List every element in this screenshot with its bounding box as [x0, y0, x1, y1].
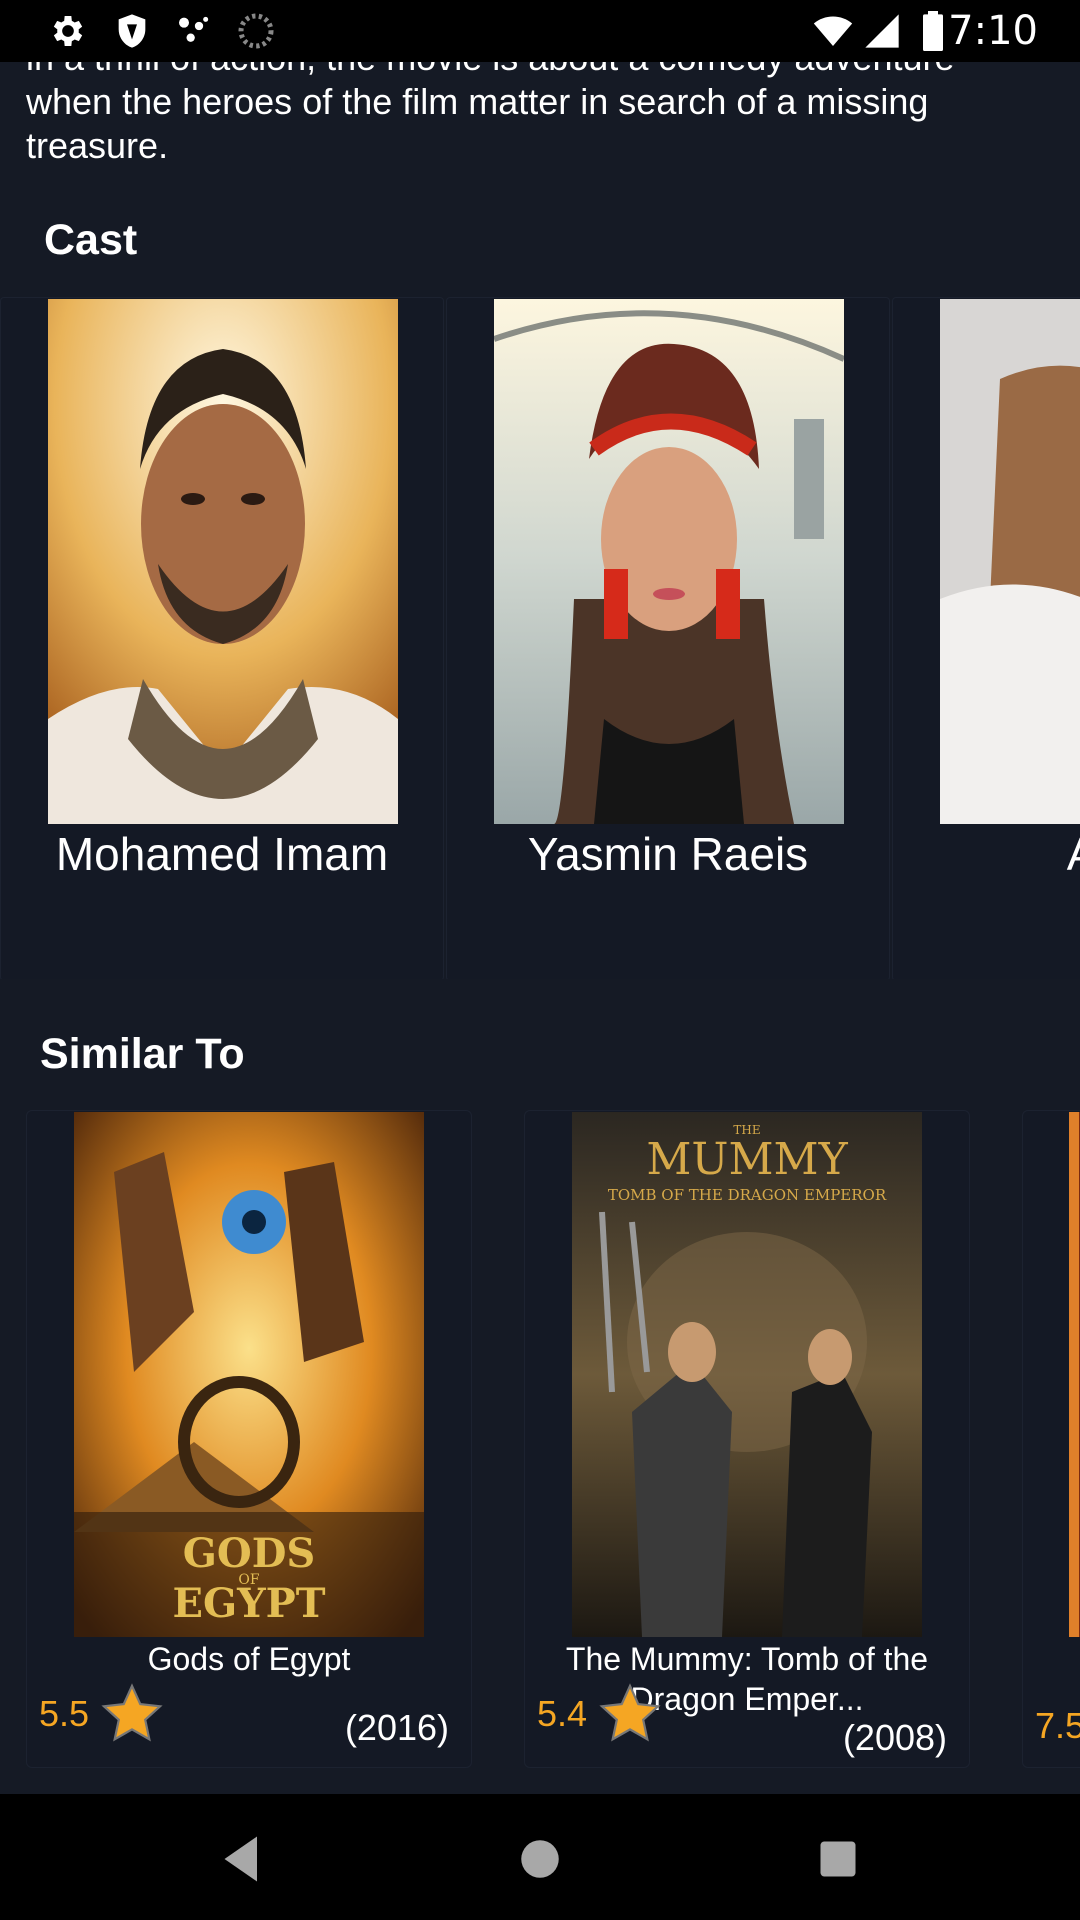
star-icon	[101, 1683, 163, 1742]
star-icon	[599, 1683, 661, 1742]
svg-text:MUMMY: MUMMY	[646, 1134, 848, 1185]
loading-icon	[238, 13, 274, 49]
movie-year: (2008)	[842, 1717, 947, 1758]
movie-poster: THE MUMMY TOMB OF THE DRAGON EMPEROR	[572, 1112, 922, 1637]
home-icon[interactable]	[510, 1829, 570, 1889]
status-time: 7:10	[948, 8, 1038, 54]
similar-section-title: Similar To	[40, 1030, 245, 1078]
cast-card[interactable]: Amir	[892, 297, 1080, 979]
cast-name: Amir	[893, 828, 1080, 880]
wifi-icon	[813, 16, 853, 46]
cast-card[interactable]: Mohamed Imam	[0, 297, 444, 979]
movie-poster: GODS OF EGYPT	[74, 1112, 424, 1637]
cast-photo	[48, 299, 398, 824]
rating-value: 5.5	[39, 1693, 90, 1734]
cast-photo	[940, 299, 1080, 824]
movie-rating: 5.4	[537, 1681, 663, 1747]
signal-icon	[865, 14, 899, 48]
rating-value: 5.4	[537, 1693, 588, 1734]
movie-rating: 7.5	[1035, 1705, 1080, 1747]
back-icon[interactable]	[212, 1829, 272, 1889]
movie-title: Gods of Egypt	[147, 1641, 351, 1677]
navigation-bar	[0, 1794, 1080, 1920]
movie-rating: 5.5	[39, 1681, 165, 1747]
svg-text:TOMB OF THE DRAGON EMPEROR: TOMB OF THE DRAGON EMPEROR	[608, 1186, 887, 1204]
recents-icon[interactable]	[808, 1829, 868, 1889]
cast-list[interactable]: Mohamed Imam Yasmin Raeis	[0, 297, 1080, 979]
rating-value: 7.5	[1035, 1705, 1080, 1746]
battery-icon	[923, 11, 943, 51]
movie-card[interactable]: GODS OF EGYPT Gods of Egypt 5.5 (2016)	[26, 1110, 472, 1768]
dots-icon	[179, 16, 209, 42]
movie-card[interactable]: 7.5	[1022, 1110, 1080, 1768]
shield-icon	[118, 14, 146, 48]
cast-name: Yasmin Raeis	[527, 828, 809, 880]
settings-icon	[53, 16, 83, 46]
svg-text:EGYPT: EGYPT	[172, 1580, 325, 1627]
movie-poster	[1069, 1112, 1080, 1637]
cast-photo	[494, 299, 844, 824]
cast-card[interactable]: Yasmin Raeis	[446, 297, 890, 979]
svg-text:GODS: GODS	[183, 1530, 316, 1577]
cast-section-title: Cast	[44, 216, 138, 264]
movie-card[interactable]: THE MUMMY TOMB OF THE DRAGON EMPEROR The…	[524, 1110, 970, 1768]
movie-year: (2016)	[344, 1707, 449, 1748]
similar-movies-list[interactable]: GODS OF EGYPT Gods of Egypt 5.5 (2016) T…	[0, 1110, 1080, 1770]
cast-name: Mohamed Imam	[55, 828, 389, 880]
status-bar: 7:10	[0, 0, 1080, 62]
